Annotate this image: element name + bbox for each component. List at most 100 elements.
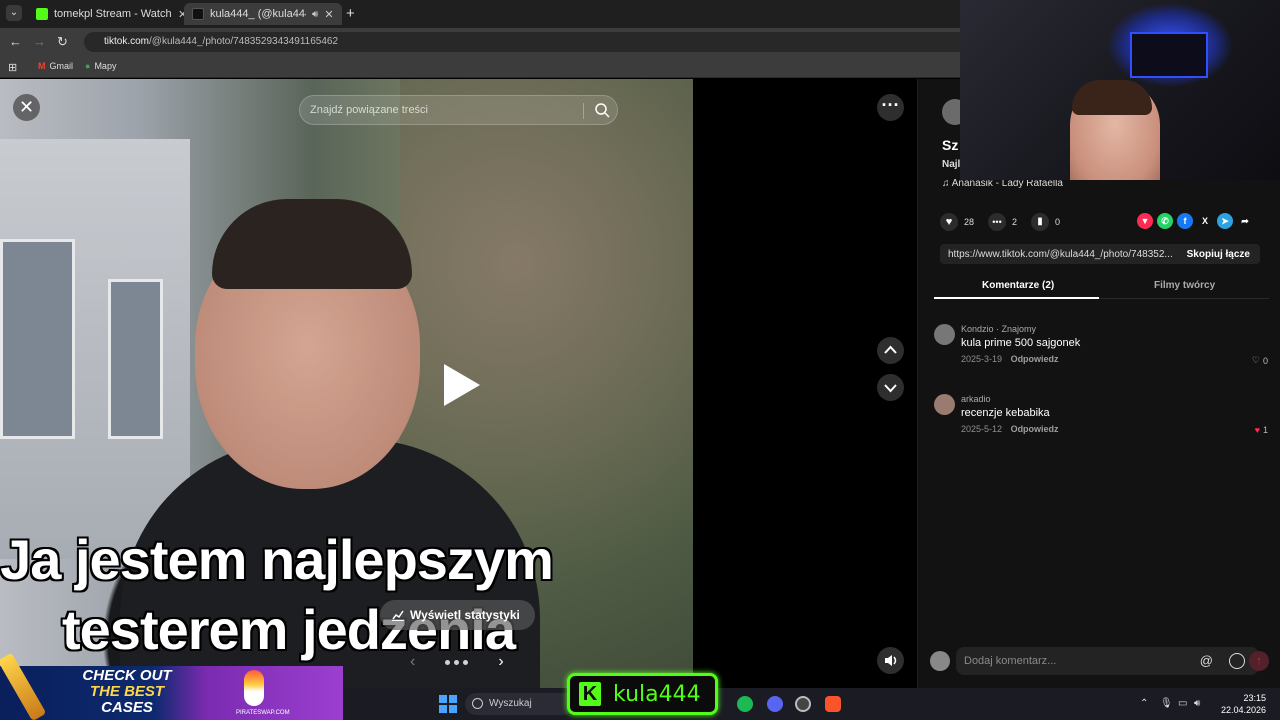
obs-icon[interactable] [795,696,811,712]
close-viewer-button[interactable]: ✕ [13,94,40,121]
kick-logo-icon: K [579,682,601,706]
url-path: /@kula444_/photo/7483529343491165462 [149,36,339,47]
more-options-button[interactable]: ··· [877,94,904,121]
share-link-text[interactable]: https://www.tiktok.com/@kula444_/photo/7… [948,249,1176,260]
prev-photo-chevron-icon[interactable]: ‹ [410,653,415,671]
heart-outline-icon: ♡ [1251,355,1260,365]
reply-button[interactable]: Odpowiedz [1011,354,1059,364]
window-shape [0,239,75,439]
pager-dot[interactable] [454,659,460,665]
post-description: Najl [942,159,961,170]
reload-button[interactable]: ↻ [57,34,68,50]
comment-avatar[interactable] [934,394,955,415]
comment-like-count: 0 [1262,355,1268,366]
bookmark-maps[interactable]: ● Mapy [85,61,116,71]
comment-date: 2025-5-12 [961,424,1003,434]
comment-like-button[interactable]: ♥ 1 [1255,425,1268,435]
comment-avatar[interactable] [934,324,955,345]
pager-dot[interactable] [463,659,469,665]
bookmark-icon: ▮ [1031,213,1050,231]
volume-button[interactable] [877,647,904,674]
comment-username[interactable]: Kondzio · Znajomy [961,324,1036,334]
search-icon[interactable] [594,102,610,118]
taskbar-search[interactable]: Wyszukaj [465,693,575,715]
audio-playing-icon[interactable]: 🔊︎ [312,9,318,20]
comment-like-button[interactable]: ♡ 0 [1252,355,1268,366]
back-button[interactable]: ← [9,34,22,49]
discord-icon[interactable] [767,696,783,712]
comment-text: recenzje kebabika [961,407,1050,419]
tab-creator-videos[interactable]: Filmy twórcy [1154,280,1215,291]
windows-taskbar: Wyszukaj ⌃ 🎙︎ ▭ 🔊︎ 23:15 22.04.2026 [343,688,1280,720]
url-host: tiktok.com [104,36,150,47]
chevron-up-icon [884,345,897,354]
new-tab-button[interactable]: + [346,5,355,22]
promo-banner: CHECK OUT THE BEST CASES PIRATESWAP.COM [0,652,343,720]
tab-tiktok[interactable]: kula444_ (@kula444_) | TikT 🔊︎ ✕ [184,3,342,25]
promo-line-1: CHECK OUT [82,667,172,684]
add-comment-placeholder: Dodaj komentarz... [964,655,1057,667]
play-icon[interactable] [444,364,480,406]
brave-icon[interactable] [825,696,841,712]
action-row: ♥ 28 ••• 2 ▮ 0 [940,213,1060,231]
comment-username[interactable]: arkadio [961,394,991,404]
windows-start-icon[interactable] [439,695,457,713]
chevron-up-icon[interactable]: ⌃ [1140,698,1148,709]
search-placeholder: Znajdź powiązane treści [310,104,429,116]
taskbar-clock[interactable]: 23:15 22.04.2026 [1221,692,1266,716]
bookmark-label: Gmail [49,61,74,71]
reply-button[interactable]: Odpowiedz [1011,424,1059,434]
kick-username: kula444 [613,682,701,707]
forward-button[interactable]: → [33,34,46,49]
tiktok-favicon-icon [192,8,204,20]
apps-grid-icon[interactable]: ⊞ [8,61,17,74]
speaker-icon [885,655,897,666]
post-comment-button[interactable]: ↑ [1249,651,1269,671]
kick-username-badge: K kula444 [567,673,718,715]
close-tab-icon[interactable]: ✕ [324,8,333,21]
gmail-icon: M [38,61,46,71]
spotify-icon[interactable] [737,696,753,712]
next-photo-chevron-icon[interactable]: › [498,653,503,671]
person-hair [212,199,412,289]
x-icon[interactable]: X [1197,213,1213,229]
active-tab-indicator [934,297,1099,299]
taskbar-search-label: Wyszukaj [489,698,532,709]
telegram-icon[interactable]: ➤ [1217,213,1233,229]
emoji-icon[interactable] [1229,653,1245,669]
comment-icon: ••• [988,213,1007,231]
like-button[interactable]: ♥ 28 [940,213,974,231]
window-shape [108,279,163,439]
repost-icon[interactable]: ▼ [1137,213,1153,229]
comment-button[interactable]: ••• 2 [988,213,1017,231]
network-icon[interactable]: ▭ [1178,698,1187,709]
bookmark-gmail[interactable]: M Gmail [38,61,73,71]
like-count: 28 [964,217,975,227]
volume-icon[interactable]: 🔊︎ [1194,698,1200,709]
tab-comments[interactable]: Komentarze (2) [982,280,1054,291]
add-comment-input[interactable]: Dodaj komentarz... @ [956,647,1259,675]
photo-viewer[interactable]: Ja jestem najlepszym testerem jedzenia W… [0,79,693,688]
related-search-input[interactable]: Znajdź powiązane treści [299,95,618,125]
previous-post-button[interactable] [877,337,904,364]
next-post-button[interactable] [877,374,904,401]
share-row: ▼ ✆ f X ➤ ➦ [1137,213,1253,229]
creator-name[interactable]: Sz [942,137,958,153]
comment-meta: 2025-3-19 Odpowiedz [961,354,1059,364]
clock-date: 22.04.2026 [1220,705,1266,715]
copy-link-button[interactable]: Skopiuj łącze [1187,249,1250,260]
share-arrow-icon[interactable]: ➦ [1237,213,1253,229]
promo-line-2: THE BEST [89,683,165,700]
save-button[interactable]: ▮ 0 [1031,213,1060,231]
microphone-icon[interactable]: 🎙︎ [1160,698,1173,709]
tab-search-button[interactable]: ⌄ [6,5,22,21]
view-stats-button[interactable]: Wyświetl statystyki [380,600,535,630]
comment-meta: 2025-5-12 Odpowiedz [961,424,1059,434]
pager-dot[interactable] [445,659,451,665]
facebook-icon[interactable]: f [1177,213,1193,229]
whatsapp-icon[interactable]: ✆ [1157,213,1173,229]
mention-icon[interactable]: @ [1200,653,1213,668]
tab-title: tomekpl Stream - Watch Live o [54,8,172,20]
tab-kick-stream[interactable]: tomekpl Stream - Watch Live o ✕ [28,3,195,25]
url-field[interactable]: tiktok.com/@kula444_/photo/7483529343491… [84,32,984,52]
